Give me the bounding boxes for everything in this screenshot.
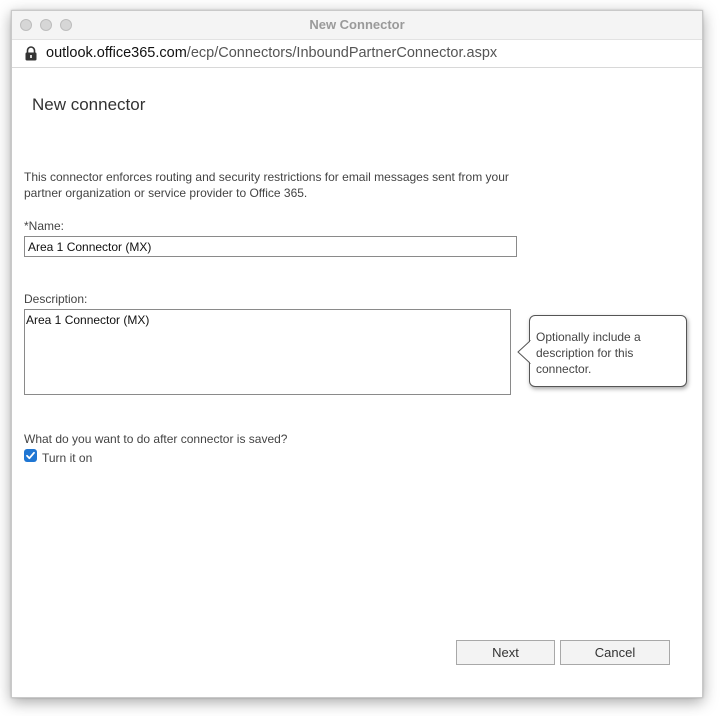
after-save-question: What do you want to do after connector i… bbox=[24, 432, 288, 446]
url-path: /ecp/Connectors/InboundPartnerConnector.… bbox=[186, 45, 498, 61]
address-bar[interactable]: outlook.office365.com/ecp/Connectors/Inb… bbox=[12, 40, 702, 68]
window-titlebar: New Connector bbox=[12, 11, 702, 40]
cancel-button[interactable]: Cancel bbox=[560, 640, 670, 665]
tooltip-pointer bbox=[517, 340, 531, 364]
url-text[interactable]: outlook.office365.com/ecp/Connectors/Inb… bbox=[46, 40, 497, 67]
next-button[interactable]: Next bbox=[456, 640, 555, 665]
lock-icon bbox=[25, 46, 37, 61]
browser-window: New Connector outlook.office365.com/ecp/… bbox=[11, 10, 703, 698]
name-input[interactable] bbox=[24, 236, 517, 257]
name-label: *Name: bbox=[24, 219, 65, 233]
description-textarea[interactable]: Area 1 Connector (MX) bbox=[24, 309, 511, 395]
turn-on-checkbox[interactable] bbox=[24, 449, 37, 462]
description-label: Description: bbox=[24, 292, 88, 306]
page-title: New connector bbox=[32, 95, 146, 114]
description-tooltip: Optionally include a description for thi… bbox=[529, 315, 687, 387]
intro-text: This connector enforces routing and secu… bbox=[24, 170, 509, 200]
url-host: outlook.office365.com bbox=[46, 45, 187, 61]
turn-on-label[interactable]: Turn it on bbox=[42, 451, 92, 465]
checkmark-icon bbox=[26, 451, 35, 460]
window-title: New Connector bbox=[309, 17, 405, 32]
